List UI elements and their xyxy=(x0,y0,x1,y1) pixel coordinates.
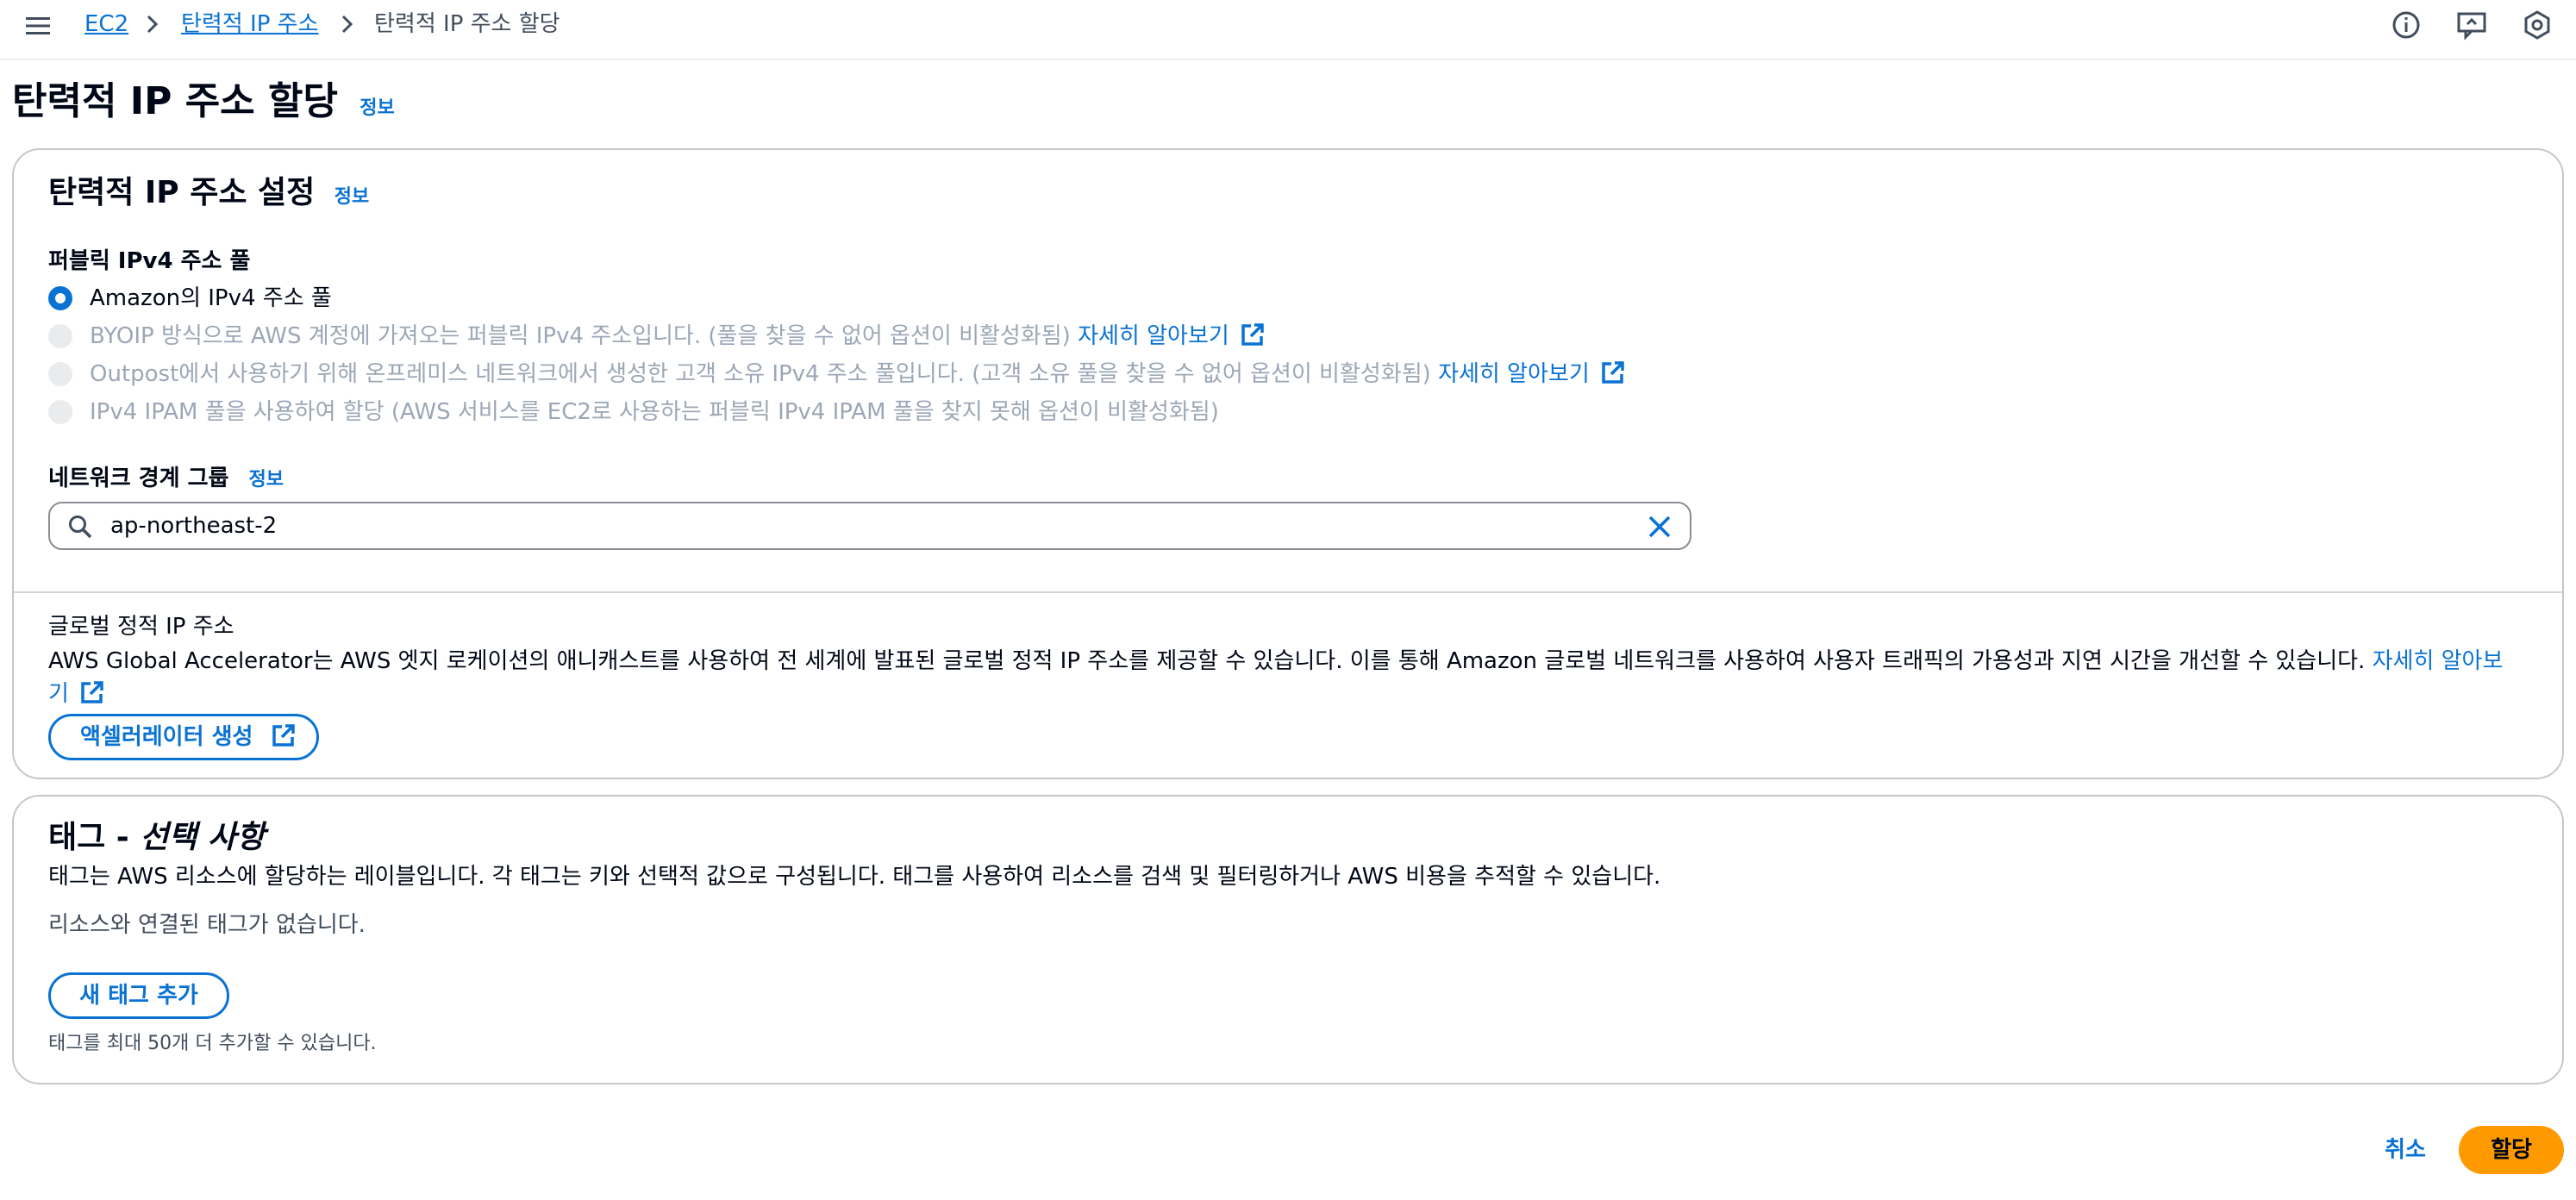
radio-button-disabled[interactable] xyxy=(48,324,72,348)
network-border-group-label: 네트워크 경계 그룹 정보 xyxy=(48,466,284,491)
tags-empty-text: 리소스와 연결된 태그가 없습니다. xyxy=(48,912,366,938)
cancel-button[interactable]: 취소 xyxy=(2371,1128,2440,1172)
external-link-icon[interactable] xyxy=(79,679,105,705)
page-info-link[interactable]: 정보 xyxy=(360,97,394,119)
radio-ipam-label: IPv4 IPAM 풀을 사용하여 할당 (AWS 서비스를 EC2로 사용하는… xyxy=(90,399,1219,425)
menu-icon[interactable] xyxy=(24,12,52,40)
elastic-ip-settings-card: 탄력적 IP 주소 설정 정보 퍼블릭 IPv4 주소 풀 Amazon의 IP… xyxy=(12,148,2564,779)
global-ip-description: AWS Global Accelerator는 AWS 엣지 로케이션의 애니캐… xyxy=(48,648,2504,674)
chevron-right-icon xyxy=(341,15,353,34)
radio-byoip-label-wrap: BYOIP 방식으로 AWS 계정에 가져오는 퍼블릭 IPv4 주소입니다. … xyxy=(90,321,1266,352)
outpost-learn-more-link[interactable]: 자세히 알아보기 xyxy=(1438,361,1590,387)
external-link-icon[interactable] xyxy=(1600,359,1626,385)
tags-card: 태그 - 선택 사항 태그는 AWS 리소스에 할당하는 레이블입니다. 각 태… xyxy=(12,795,2564,1084)
byoip-learn-more-link[interactable]: 자세히 알아보기 xyxy=(1078,323,1229,349)
radio-byoip-label: BYOIP 방식으로 AWS 계정에 가져오는 퍼블릭 IPv4 주소입니다. … xyxy=(90,323,1071,349)
breadcrumb-elastic-ips[interactable]: 탄력적 IP 주소 xyxy=(181,9,318,40)
info-icon[interactable] xyxy=(2390,9,2423,41)
settings-info-link[interactable]: 정보 xyxy=(335,186,369,208)
tags-limit-text: 태그를 최대 50개 더 추가할 수 있습니다. xyxy=(48,1033,377,1054)
breadcrumb-current: 탄력적 IP 주소 할당 xyxy=(374,11,560,37)
global-learn-more-link[interactable]: 자세히 알아보 xyxy=(2373,648,2504,674)
section-divider xyxy=(14,591,2562,593)
create-accelerator-button[interactable]: 액셀러레이터 생성 xyxy=(48,714,319,760)
radio-button-disabled[interactable] xyxy=(48,362,72,386)
search-input[interactable]: ap-northeast-2 xyxy=(110,510,277,541)
top-navigation: EC2 탄력적 IP 주소 탄력적 IP 주소 할당 xyxy=(0,0,2576,60)
radio-amazon-pool-label: Amazon의 IPv4 주소 풀 xyxy=(90,285,332,311)
settings-icon[interactable] xyxy=(2521,9,2554,41)
radio-outpost-label-wrap: Outpost에서 사용하기 위해 온프레미스 네트워크에서 생성한 고객 소유… xyxy=(90,359,1626,390)
radio-outpost-label: Outpost에서 사용하기 위해 온프레미스 네트워크에서 생성한 고객 소유… xyxy=(90,361,1431,387)
breadcrumb-ec2[interactable]: EC2 xyxy=(84,9,128,40)
add-tag-button[interactable]: 새 태그 추가 xyxy=(48,972,229,1019)
global-learn-more-link-cont[interactable]: 기 xyxy=(48,681,69,707)
search-icon xyxy=(69,516,92,539)
global-ip-title: 글로벌 정적 IP 주소 xyxy=(48,614,234,640)
global-learn-more-cont: 기 xyxy=(48,678,105,710)
page-title: 탄력적 IP 주소 할당 정보 xyxy=(12,79,395,123)
allocate-button[interactable]: 할당 xyxy=(2459,1126,2564,1174)
external-link-icon xyxy=(272,724,296,747)
radio-button-disabled[interactable] xyxy=(48,400,72,424)
nbg-info-link[interactable]: 정보 xyxy=(249,469,284,491)
network-border-group-search[interactable]: ap-northeast-2 xyxy=(48,502,1691,550)
settings-title: 탄력적 IP 주소 설정 정보 xyxy=(48,175,370,210)
pool-label: 퍼블릭 IPv4 주소 풀 xyxy=(48,248,251,274)
radio-button-selected[interactable] xyxy=(48,286,72,310)
chevron-right-icon xyxy=(147,15,159,34)
external-link-icon[interactable] xyxy=(1240,322,1266,347)
feedback-icon[interactable] xyxy=(2455,9,2488,41)
tags-description: 태그는 AWS 리소스에 할당하는 레이블입니다. 각 태그는 키와 선택적 값… xyxy=(48,864,1661,890)
tags-title: 태그 - 선택 사항 xyxy=(48,820,266,855)
clear-icon[interactable] xyxy=(1647,514,1673,540)
